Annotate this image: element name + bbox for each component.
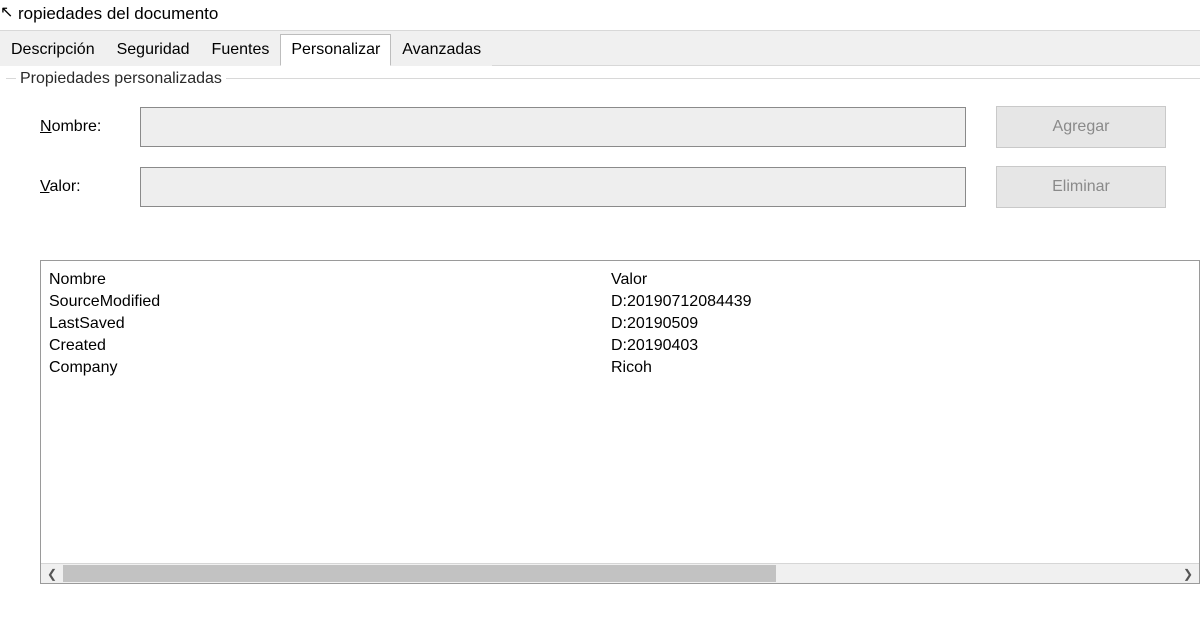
tab-descripcion[interactable]: Descripción bbox=[0, 34, 106, 66]
window-title: ropiedades del documento bbox=[0, 0, 1200, 30]
tab-fuentes[interactable]: Fuentes bbox=[201, 34, 281, 66]
col-header-value: Valor bbox=[611, 271, 1191, 289]
cell-value: D:20190403 bbox=[611, 337, 1191, 355]
cell-name: Company bbox=[49, 359, 611, 377]
tab-content: Propiedades personalizadas Nombre: Agreg… bbox=[0, 66, 1200, 594]
table-body: Nombre Valor SourceModified D:2019071208… bbox=[41, 261, 1199, 563]
scroll-thumb[interactable] bbox=[63, 565, 776, 582]
label-name: Nombre: bbox=[40, 118, 140, 136]
tabstrip: Descripción Seguridad Fuentes Personaliz… bbox=[0, 30, 1200, 66]
tab-seguridad[interactable]: Seguridad bbox=[106, 34, 201, 66]
table-row[interactable]: LastSaved D:20190509 bbox=[41, 313, 1199, 335]
row-name: Nombre: Agregar bbox=[6, 106, 1200, 148]
input-value[interactable] bbox=[140, 167, 966, 207]
tab-personalizar[interactable]: Personalizar bbox=[280, 34, 391, 66]
tab-avanzadas[interactable]: Avanzadas bbox=[391, 34, 492, 66]
scroll-right-arrow-icon[interactable]: ❯ bbox=[1177, 564, 1199, 583]
row-value: Valor: Eliminar bbox=[6, 166, 1200, 208]
table-header-row: Nombre Valor bbox=[41, 269, 1199, 291]
scroll-track[interactable] bbox=[63, 564, 1177, 583]
input-name[interactable] bbox=[140, 107, 966, 147]
cell-name: Created bbox=[49, 337, 611, 355]
label-value: Valor: bbox=[40, 178, 140, 196]
add-button[interactable]: Agregar bbox=[996, 106, 1166, 148]
table-row[interactable]: Company Ricoh bbox=[41, 357, 1199, 379]
cell-value: Ricoh bbox=[611, 359, 1191, 377]
table-row[interactable]: Created D:20190403 bbox=[41, 335, 1199, 357]
table-row[interactable]: SourceModified D:20190712084439 bbox=[41, 291, 1199, 313]
cell-value: D:20190509 bbox=[611, 315, 1191, 333]
cell-value: D:20190712084439 bbox=[611, 293, 1191, 311]
cell-name: LastSaved bbox=[49, 315, 611, 333]
delete-button[interactable]: Eliminar bbox=[996, 166, 1166, 208]
groupbox-custom-properties: Propiedades personalizadas Nombre: Agreg… bbox=[6, 66, 1200, 594]
horizontal-scrollbar[interactable]: ❮ ❯ bbox=[41, 563, 1199, 583]
groupbox-label: Propiedades personalizadas bbox=[16, 66, 226, 88]
col-header-name: Nombre bbox=[49, 271, 611, 289]
properties-table: Nombre Valor SourceModified D:2019071208… bbox=[40, 260, 1200, 584]
scroll-left-arrow-icon[interactable]: ❮ bbox=[41, 564, 63, 583]
cell-name: SourceModified bbox=[49, 293, 611, 311]
